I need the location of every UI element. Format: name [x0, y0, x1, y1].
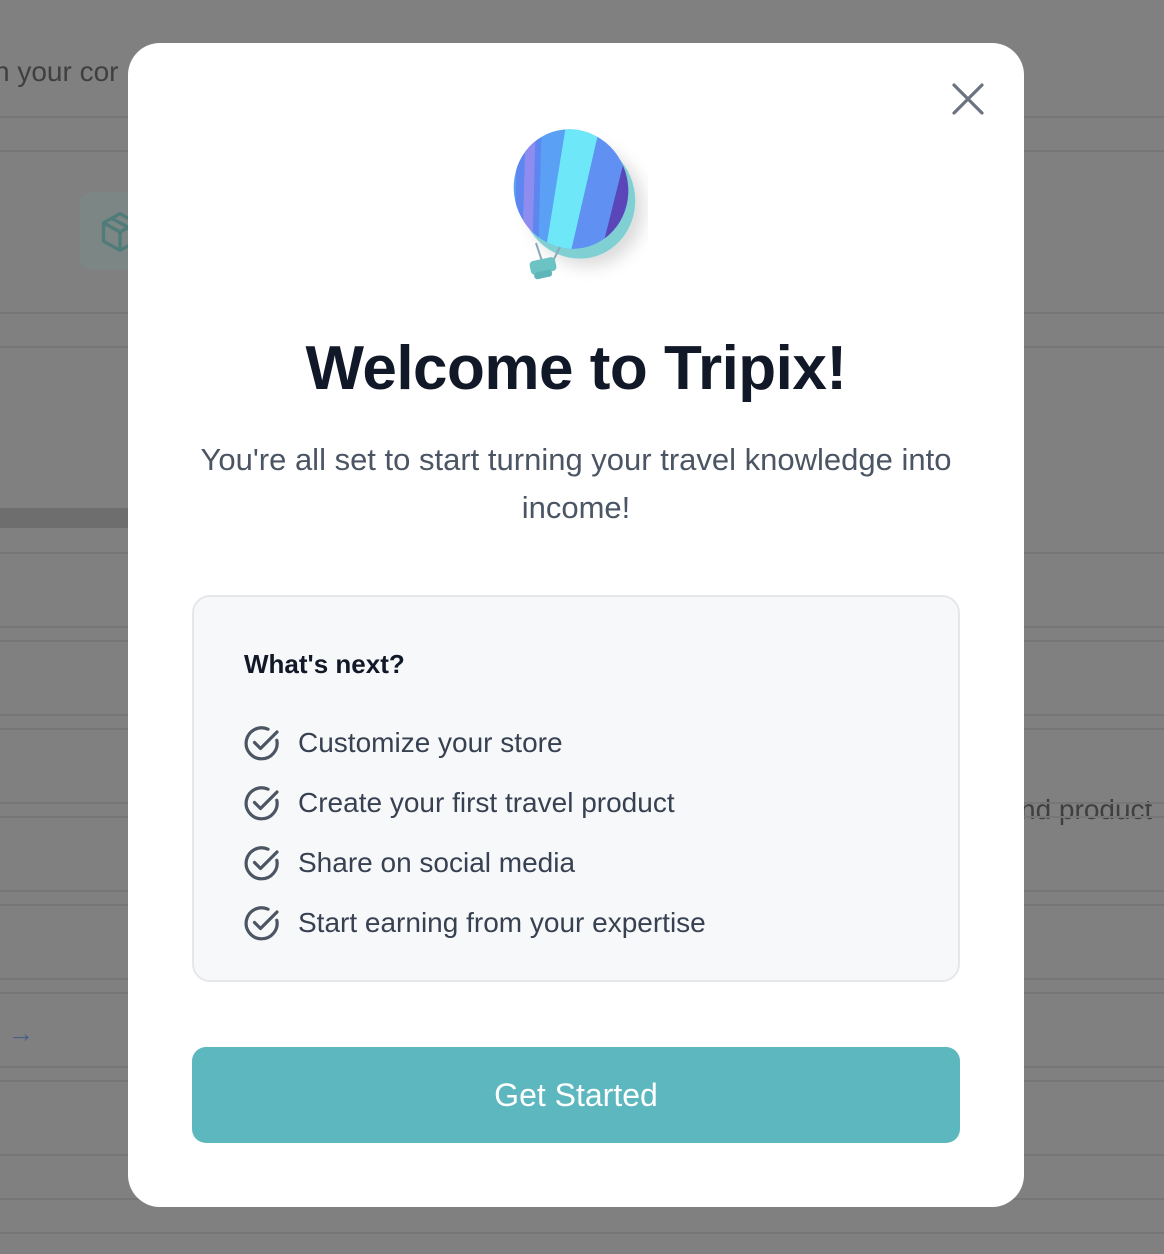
- modal-title: Welcome to Tripix!: [305, 334, 847, 403]
- next-step-label: Start earning from your expertise: [298, 907, 706, 938]
- whats-next-card: What's next? Customize your store Create…: [192, 595, 960, 982]
- close-icon: [952, 83, 984, 115]
- background-text-fragment: nd product: [1020, 794, 1153, 825]
- list-item: Share on social media: [242, 833, 706, 893]
- background-heading-fragment: h your cor: [0, 56, 119, 87]
- check-circle-icon: [244, 786, 279, 821]
- close-button[interactable]: [948, 79, 988, 119]
- welcome-modal: Welcome to Tripix! You're all set to sta…: [128, 43, 1024, 1207]
- modal-subtitle: You're all set to start turning your tra…: [200, 442, 952, 525]
- background-progress-bar: [0, 508, 140, 528]
- arrow-right-icon: →: [8, 1018, 34, 1048]
- whats-next-heading: What's next?: [244, 649, 405, 679]
- list-item: Create your first travel product: [242, 773, 706, 833]
- next-step-label: Create your first travel product: [298, 787, 675, 818]
- background-divider: [0, 1232, 1164, 1234]
- get-started-button[interactable]: Get Started: [192, 1047, 960, 1143]
- next-step-label: Customize your store: [298, 727, 563, 758]
- whats-next-list: Customize your store Create your first t…: [242, 713, 706, 953]
- next-step-label: Share on social media: [298, 847, 576, 878]
- check-circle-icon: [244, 726, 279, 761]
- list-item: Customize your store: [242, 713, 706, 773]
- list-item: Start earning from your expertise: [242, 893, 706, 953]
- check-circle-icon: [244, 846, 279, 881]
- hot-air-balloon-icon: [508, 123, 644, 280]
- check-circle-icon: [244, 906, 279, 941]
